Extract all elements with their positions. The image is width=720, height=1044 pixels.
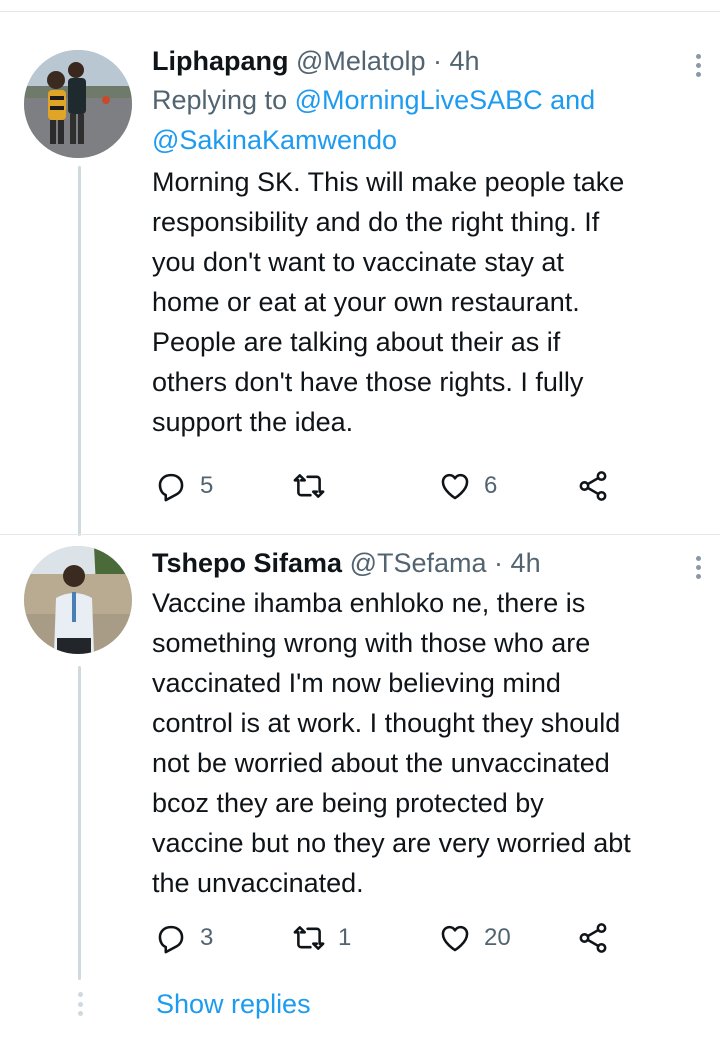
display-name[interactable]: Liphapang xyxy=(152,46,289,76)
tweet-actions: 3 1 20 xyxy=(152,918,632,958)
thread-continuation-dots xyxy=(76,992,84,1016)
avatar-photo-liphapang xyxy=(24,50,132,158)
separator-dot: · xyxy=(494,548,504,578)
retweet-count: 1 xyxy=(338,924,352,951)
mention-link[interactable]: @MorningLiveSABC xyxy=(295,85,543,115)
tweet-text: Vaccine ihamba enhloko ne, there is some… xyxy=(152,583,697,903)
tweet-text-line: support the idea. xyxy=(152,407,354,437)
tweet-text-line: bcoz they are being protected by xyxy=(152,788,544,818)
replying-to: Replying to @MorningLiveSABC and @Sakina… xyxy=(152,80,697,160)
tweet[interactable]: Liphapang @Melatolp · 4h Replying to @Mo… xyxy=(152,42,701,442)
tweet-text-line: something wrong with those who are xyxy=(152,628,591,658)
retweet-button[interactable]: 1 xyxy=(292,918,351,958)
avatar[interactable] xyxy=(24,50,132,158)
show-replies-link[interactable]: Show replies xyxy=(156,984,311,1024)
tweet-text-line: People are talking about their as if xyxy=(152,327,561,357)
tweet-text-line: not be worried about the unvaccinated xyxy=(152,748,610,778)
retweet-icon xyxy=(293,926,325,950)
tweet-text-line: Morning SK. This will make people take xyxy=(152,167,625,197)
tweet-header: Tshepo Sifama @TSefama · 4h xyxy=(152,544,697,582)
reply-count: 3 xyxy=(200,924,214,951)
user-handle[interactable]: @TSefama xyxy=(350,548,487,578)
thread-line xyxy=(78,666,81,980)
reply-button[interactable]: 3 xyxy=(154,918,213,958)
tweet-text-line: responsibility and do the right thing. I… xyxy=(152,207,600,237)
tweet-text-line: home or eat at your own restaurant. xyxy=(152,287,580,317)
share-icon xyxy=(579,471,607,501)
retweet-button[interactable] xyxy=(292,466,338,506)
tweet-actions: 5 6 xyxy=(152,466,632,506)
tweet-text-line: control is at work. I thought they shoul… xyxy=(152,708,621,738)
tweet-text: Morning SK. This will make people take r… xyxy=(152,162,697,442)
mention-link[interactable]: @SakinaKamwendo xyxy=(152,125,397,155)
tweet[interactable]: Tshepo Sifama @TSefama · 4h Vaccine iham… xyxy=(152,544,701,903)
share-icon xyxy=(579,923,607,953)
tweet-text-line: the unvaccinated. xyxy=(152,868,364,898)
tweet-text-line: vaccinated I'm now believing mind xyxy=(152,668,561,698)
tweet-text-line: you don't want to vaccinate stay at xyxy=(152,247,564,277)
reply-button[interactable]: 5 xyxy=(154,466,213,506)
replying-prefix: Replying to xyxy=(152,85,288,115)
tweet-text-line: Vaccine ihamba enhloko ne, there is xyxy=(152,588,586,618)
timestamp[interactable]: 4h xyxy=(511,548,541,578)
divider xyxy=(0,534,720,535)
like-button[interactable]: 20 xyxy=(438,918,511,958)
avatar-photo-tshepo xyxy=(24,546,132,654)
share-button[interactable] xyxy=(576,918,610,958)
share-button[interactable] xyxy=(576,466,610,506)
heart-icon xyxy=(441,473,469,500)
display-name[interactable]: Tshepo Sifama xyxy=(152,548,342,578)
retweet-icon xyxy=(293,474,325,498)
timestamp[interactable]: 4h xyxy=(450,46,480,76)
reply-bubble-icon xyxy=(158,925,184,954)
like-count: 20 xyxy=(484,924,511,951)
tweet-header: Liphapang @Melatolp · 4h xyxy=(152,42,697,80)
tweet-text-line: others don't have those rights. I fully xyxy=(152,367,584,397)
reply-bubble-icon xyxy=(158,473,184,502)
user-handle[interactable]: @Melatolp xyxy=(296,46,425,76)
reply-count: 5 xyxy=(200,472,214,499)
top-divider xyxy=(0,0,720,12)
separator-dot: · xyxy=(433,46,442,76)
more-vertical-icon[interactable] xyxy=(685,552,711,582)
more-vertical-icon[interactable] xyxy=(685,50,711,80)
avatar[interactable] xyxy=(24,546,132,654)
replying-and: and xyxy=(550,85,596,115)
like-button[interactable]: 6 xyxy=(438,466,497,506)
tweet-text-line: vaccine but no they are very worried abt xyxy=(152,828,631,858)
thread-line xyxy=(78,166,81,536)
heart-icon xyxy=(441,925,469,952)
like-count: 6 xyxy=(484,472,498,499)
